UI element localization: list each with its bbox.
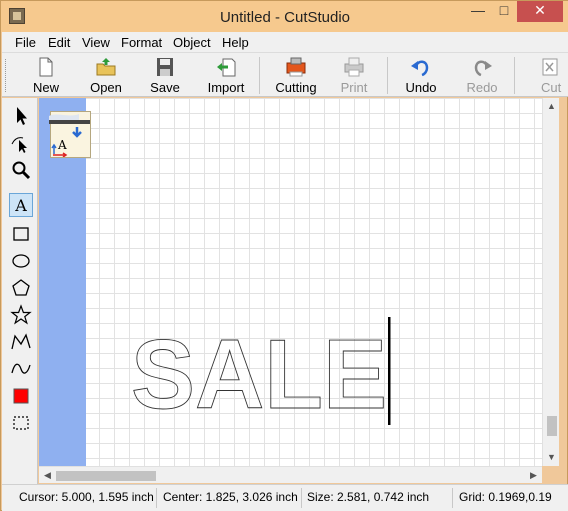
menu-object[interactable]: Object <box>173 35 211 50</box>
text-tool[interactable]: A <box>9 193 33 217</box>
ellipse-tool[interactable] <box>9 249 33 273</box>
scroll-down-icon[interactable]: ▼ <box>543 449 560 466</box>
status-grid: Grid: 0.1969,0.19 <box>459 490 552 504</box>
menu-file[interactable]: File <box>15 35 36 50</box>
rectangle-icon <box>13 227 29 241</box>
maximize-button[interactable]: □ <box>491 1 517 22</box>
minimize-button[interactable]: — <box>465 1 491 22</box>
print-button[interactable]: Print <box>332 55 376 96</box>
open-button[interactable]: Open <box>84 55 128 96</box>
app-window: Untitled - CutStudio — □ ✕ File Edit Vie… <box>0 0 568 511</box>
artwork-layer: SALE <box>131 317 391 429</box>
rectangle-tool[interactable] <box>9 222 33 246</box>
ellipse-icon <box>12 254 30 268</box>
polyline-tool[interactable] <box>9 330 33 354</box>
curve-tool[interactable] <box>9 357 33 381</box>
select-arrow-icon <box>17 107 27 125</box>
cutting-button[interactable]: Cutting <box>268 55 324 96</box>
polygon-tool[interactable] <box>9 276 33 300</box>
status-cursor: Cursor: 5.000, 1.595 inch <box>19 490 154 504</box>
import-icon <box>215 57 237 77</box>
menu-help[interactable]: Help <box>222 35 249 50</box>
main-toolbar: New Open Save Import Cutting Print Undo … <box>2 52 568 97</box>
sale-text-object: SALE <box>131 319 387 429</box>
cutter-icon <box>285 57 307 77</box>
zoom-tool[interactable] <box>9 158 33 182</box>
new-button[interactable]: New <box>24 55 68 96</box>
marquee-icon <box>13 416 29 430</box>
menu-view[interactable]: View <box>82 35 110 50</box>
undo-label: Undo <box>405 80 437 95</box>
save-label: Save <box>150 80 180 95</box>
polyline-icon <box>11 333 31 350</box>
save-button[interactable]: Save <box>143 55 187 96</box>
import-label: Import <box>207 80 245 95</box>
status-separator <box>452 488 453 508</box>
cutting-label: Cutting <box>275 80 317 95</box>
redo-label: Redo <box>466 80 498 95</box>
tool-palette: A <box>2 98 38 485</box>
toolbar-separator <box>514 57 515 94</box>
new-label: New <box>32 80 59 95</box>
horizontal-scrollbar[interactable]: ◀ ▶ <box>39 466 542 483</box>
vertical-scrollbar[interactable]: ▲ ▼ <box>542 98 559 466</box>
fill-color-tool[interactable] <box>9 384 33 408</box>
open-folder-icon <box>95 57 117 77</box>
print-label: Print <box>340 80 368 95</box>
close-button[interactable]: ✕ <box>517 1 563 22</box>
status-center: Center: 1.825, 3.026 inch <box>163 490 298 504</box>
title-bar[interactable]: Untitled - CutStudio — □ ✕ <box>1 1 568 32</box>
star-icon <box>10 304 32 325</box>
cut-label: Cut <box>541 80 562 95</box>
curve-icon <box>11 363 31 374</box>
marquee-tool[interactable] <box>9 411 33 435</box>
drawing-canvas[interactable]: A SALE <box>39 98 542 466</box>
menu-format[interactable]: Format <box>121 35 162 50</box>
polygon-icon <box>12 279 30 296</box>
redo-button[interactable]: Redo <box>460 55 504 96</box>
open-label: Open <box>90 80 122 95</box>
zoom-icon <box>12 161 31 180</box>
undo-icon <box>410 57 432 77</box>
cut-icon <box>540 57 562 77</box>
toolbar-grip[interactable] <box>5 59 8 92</box>
horizontal-scroll-thumb[interactable] <box>56 471 156 481</box>
import-button[interactable]: Import <box>202 55 250 96</box>
redo-icon <box>471 57 493 77</box>
status-separator <box>156 488 157 508</box>
scroll-up-icon[interactable]: ▲ <box>543 98 560 115</box>
undo-button[interactable]: Undo <box>399 55 443 96</box>
text-cursor <box>388 317 391 425</box>
status-size: Size: 2.581, 0.742 inch <box>307 490 430 504</box>
scroll-left-icon[interactable]: ◀ <box>39 467 56 484</box>
text-tool-icon: A <box>15 196 27 215</box>
star-tool[interactable] <box>9 303 33 327</box>
toolbar-separator <box>259 57 260 94</box>
node-edit-icon <box>11 137 27 153</box>
vertical-scroll-thumb[interactable] <box>547 416 557 436</box>
status-bar: Cursor: 5.000, 1.595 inch Center: 1.825,… <box>2 484 568 511</box>
menu-bar: File Edit View Format Object Help <box>2 32 568 52</box>
new-document-icon <box>35 57 57 77</box>
cut-button[interactable]: Cut <box>532 55 568 96</box>
scroll-right-icon[interactable]: ▶ <box>525 467 542 484</box>
toolbar-separator <box>387 57 388 94</box>
fill-color-icon <box>13 388 29 404</box>
floppy-disk-icon <box>154 57 176 77</box>
menu-edit[interactable]: Edit <box>48 35 70 50</box>
node-edit-tool[interactable] <box>9 131 33 155</box>
select-tool[interactable] <box>9 104 33 128</box>
status-separator <box>301 488 302 508</box>
printer-icon <box>343 57 365 77</box>
